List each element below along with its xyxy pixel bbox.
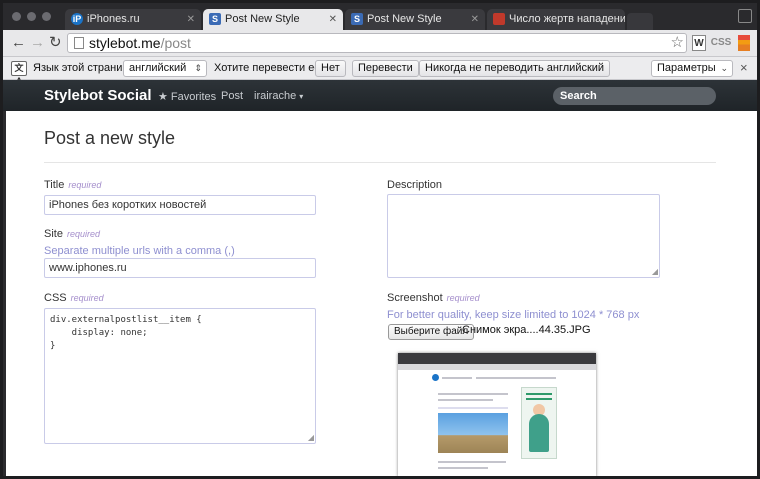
css-code: div.externalpostlist__item { display: no… [50,315,202,351]
tab-iphones[interactable]: iP iPhones.ru ✕ [65,9,201,30]
address-bar[interactable]: stylebot.me/post ☆ [67,33,687,53]
translate-icon: 文A [11,61,27,86]
site-input[interactable]: www.iphones.ru [44,258,316,278]
page-content: Post a new style Title required iPhones б… [3,111,757,476]
preview-photo [438,413,508,453]
back-arrow-icon[interactable]: ← [11,34,26,52]
never-translate-button[interactable]: Никогда не переводить английский [419,60,611,77]
post-link[interactable]: Post [221,90,243,102]
page-icon [74,37,84,49]
screenshot-label: Screenshot required [387,292,480,304]
no-button[interactable]: Нет [315,60,346,77]
new-tab-button[interactable] [627,13,653,30]
css-label: CSS required [44,292,104,304]
preview-line [438,399,493,401]
preview-ad-banner [521,387,557,459]
description-label: Description [387,179,443,191]
preview-line [438,467,488,469]
translate-prompt: Язык этой страницы [33,62,137,74]
site-navbar: Stylebot Social ★ Favorites Post irairac… [3,80,757,111]
tab-title: Post New Style [367,13,442,25]
required-tag: required [446,293,480,303]
translate-bar: 文A Язык этой страницы английский ⇕ Хотит… [3,57,757,86]
tab-news[interactable]: Число жертв нападения [487,9,625,30]
divider [44,162,716,163]
tab-title: iPhones.ru [87,13,140,25]
required-tag: required [68,180,102,190]
zoom-window-button[interactable] [42,12,51,21]
description-textarea[interactable]: ◢ [387,194,660,278]
browser-window: iP iPhones.ru ✕ S Post New Style ✕ S Pos… [3,3,757,476]
user-menu[interactable]: irairache ▾ [254,90,303,102]
site-brand[interactable]: Stylebot Social [44,87,152,104]
stylebot-css-extension-icon[interactable]: CSS [710,35,732,51]
preview-toolbar [398,364,596,370]
preview-line [438,407,508,409]
preview-logo-icon [432,374,439,381]
close-window-button[interactable] [12,12,21,21]
title-input[interactable]: iPhones без коротких новостей [44,195,316,215]
wikipedia-extension-icon[interactable]: W [692,35,706,51]
css-textarea[interactable]: div.externalpostlist__item { display: no… [44,308,316,444]
fullscreen-icon[interactable] [738,9,752,23]
required-tag: required [66,229,100,239]
screenshot-help-text: For better quality, keep size limited to… [387,309,640,321]
tab-close-icon[interactable]: ✕ [471,9,479,30]
url-text: stylebot.me/post [89,35,191,51]
stylebot-favicon-icon: S [209,13,221,25]
close-icon[interactable]: × [740,60,748,75]
news-favicon-icon [493,13,505,25]
preview-line [438,461,506,463]
site-help-text: Separate multiple urls with a comma (,) [44,245,235,257]
tab-title: Число жертв нападения [509,13,625,25]
translate-button[interactable]: Перевести [352,60,419,77]
forward-arrow-icon[interactable]: → [30,34,45,52]
menu-icon[interactable] [738,35,750,51]
caret-down-icon: ▾ [299,92,304,101]
preview-browser-bar [398,353,596,364]
language-select[interactable]: английский ⇕ [123,60,207,77]
tab-close-icon[interactable]: ✕ [187,9,195,30]
toolbar: ← → ↻ stylebot.me/post ☆ W CSS [3,30,757,57]
tab-post-new-style[interactable]: S Post New Style ✕ [345,9,485,30]
iphones-favicon-icon: iP [71,13,83,25]
resize-grip-icon[interactable]: ◢ [308,434,314,442]
search-input[interactable]: Search [553,87,716,105]
resize-grip-icon[interactable]: ◢ [652,268,658,276]
title-label: Title required [44,179,102,191]
preview-line [476,377,556,379]
chevron-down-icon: ⌄ [720,63,728,73]
tab-title: Post New Style [225,13,300,25]
favorites-link[interactable]: ★ Favorites [158,90,216,103]
required-tag: required [70,293,104,303]
translate-question: Хотите перевести ее? [214,62,327,74]
preview-line [442,377,472,379]
page-title: Post a new style [44,128,176,148]
reload-icon[interactable]: ↻ [49,34,62,52]
tab-strip: iP iPhones.ru ✕ S Post New Style ✕ S Pos… [3,3,757,30]
tab-post-new-style-active[interactable]: S Post New Style ✕ [203,9,343,30]
bookmark-star-icon[interactable]: ☆ [671,33,684,51]
site-label: Site required [44,228,100,240]
chevron-updown-icon: ⇕ [194,63,202,73]
tab-close-icon[interactable]: ✕ [329,9,337,30]
options-select[interactable]: Параметры ⌄ [651,60,733,77]
stylebot-favicon-icon: S [351,13,363,25]
chosen-file-name: Снимок экра....44.35.JPG [462,324,591,336]
minimize-window-button[interactable] [27,12,36,21]
screenshot-preview [398,353,596,476]
preview-line [438,393,508,395]
